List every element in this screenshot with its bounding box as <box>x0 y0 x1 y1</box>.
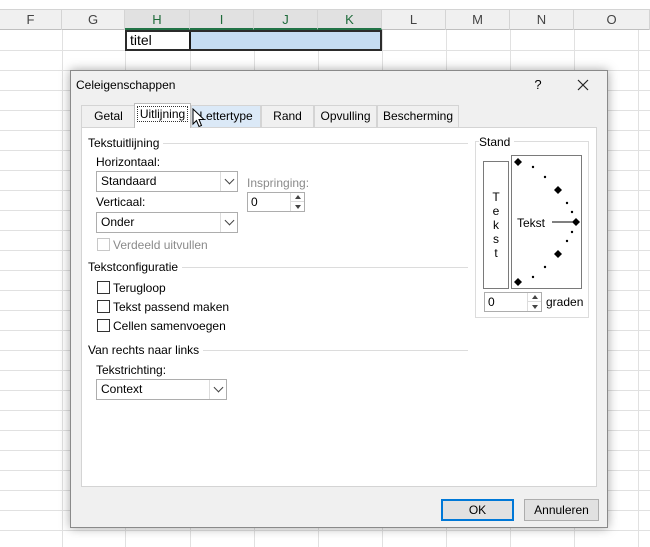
spin-down-icon[interactable] <box>291 202 304 211</box>
tab-bescherming[interactable]: Bescherming <box>377 105 459 127</box>
dial-dot <box>531 275 535 279</box>
dial-dot <box>543 175 547 179</box>
format-cells-dialog: Celeigenschappen ? Getal Uitlijning Lett… <box>70 70 608 528</box>
shrink-to-fit-label: Tekst passend maken <box>113 300 230 314</box>
text-direction-dropdown[interactable]: Context <box>96 379 227 400</box>
distributed-label: Verdeeld uitvullen <box>113 238 208 252</box>
merge-cells-label: Cellen samenvoegen <box>113 319 226 333</box>
active-cell-h1[interactable]: titel <box>125 30 191 51</box>
column-header-row: F G H I J K L M N O <box>0 9 650 30</box>
column-header-n[interactable]: N <box>510 10 574 30</box>
chevron-down-icon[interactable] <box>220 213 237 232</box>
close-button[interactable] <box>567 72 599 98</box>
vertical-text-letter: T <box>492 190 500 204</box>
tab-label: Opvulling <box>320 109 371 123</box>
grid-line <box>0 50 650 51</box>
degrees-value: 0 <box>488 295 495 309</box>
dial-dot <box>543 265 547 269</box>
orientation-group-title: Stand <box>479 135 515 149</box>
column-header-h[interactable]: H <box>125 10 190 30</box>
column-header-o[interactable]: O <box>574 10 650 30</box>
vertical-text-letter: e <box>492 204 500 218</box>
horizontal-value: Standaard <box>101 174 157 188</box>
spin-down-icon[interactable] <box>528 302 541 311</box>
chevron-down-icon[interactable] <box>209 380 226 399</box>
tab-rand[interactable]: Rand <box>261 105 314 127</box>
orientation-dial[interactable]: Tekst <box>511 155 582 289</box>
dial-mark-90 <box>514 158 522 166</box>
column-header-i[interactable]: I <box>190 10 254 30</box>
tab-label: Rand <box>273 109 302 123</box>
column-header-g[interactable]: G <box>62 10 125 30</box>
horizontal-dropdown[interactable]: Standaard <box>96 171 238 192</box>
column-header-f[interactable]: F <box>0 10 62 30</box>
tab-uitlijning[interactable]: Uitlijning <box>134 103 191 128</box>
dial-mark-45 <box>554 186 562 194</box>
vertical-text-letter: t <box>494 246 498 260</box>
wrap-text-checkbox[interactable] <box>97 281 110 294</box>
chevron-down-icon[interactable] <box>220 172 237 191</box>
tab-label: Bescherming <box>382 109 454 123</box>
dial-dot <box>531 165 535 169</box>
ok-button[interactable]: OK <box>441 499 514 521</box>
tab-label: Getal <box>94 109 123 123</box>
dial-mark-0 <box>572 218 580 226</box>
indent-spinner[interactable]: 0 <box>247 192 305 212</box>
grid-line <box>0 530 650 531</box>
vertical-value: Onder <box>101 215 135 229</box>
dial-mark-minus90 <box>514 278 522 286</box>
distributed-checkbox[interactable] <box>97 238 110 251</box>
text-control-group-title: Tekstconfiguratie <box>88 260 183 274</box>
dial-dot <box>570 210 574 214</box>
vertical-label: Verticaal: <box>96 195 146 209</box>
horizontal-label: Horizontaal: <box>96 155 161 169</box>
tab-getal[interactable]: Getal <box>81 105 136 127</box>
dial-dot <box>565 239 569 243</box>
selected-range[interactable] <box>190 31 381 50</box>
mouse-pointer-icon <box>192 108 206 128</box>
column-header-k[interactable]: K <box>318 10 382 30</box>
vertical-text-button[interactable]: T e k s t <box>483 161 509 289</box>
vertical-dropdown[interactable]: Onder <box>96 212 238 233</box>
dial-dot <box>565 201 569 205</box>
dialog-title: Celeigenschappen <box>76 78 176 92</box>
degrees-spinner[interactable]: 0 <box>484 292 542 312</box>
text-alignment-group-title: Tekstuitlijning <box>88 136 164 150</box>
text-direction-value: Context <box>101 382 143 396</box>
vertical-text-letter: k <box>493 218 499 232</box>
text-direction-label: Tekstrichting: <box>96 363 167 377</box>
column-header-l[interactable]: L <box>382 10 446 30</box>
cancel-button[interactable]: Annuleren <box>524 499 599 521</box>
dial-dot <box>570 230 574 234</box>
rtl-group-title: Van rechts naar links <box>88 343 204 357</box>
wrap-text-label: Terugloop <box>113 281 166 295</box>
tab-opvulling[interactable]: Opvulling <box>314 105 377 127</box>
tab-label: Uitlijning <box>136 106 189 122</box>
spinner-buttons <box>290 193 304 211</box>
indent-label: Inspringing: <box>247 176 310 190</box>
merge-cells-checkbox[interactable] <box>97 319 110 332</box>
column-header-j[interactable]: J <box>254 10 318 30</box>
spinner-buttons <box>527 293 541 311</box>
close-icon <box>577 79 589 91</box>
dial-text-label: Tekst <box>517 216 546 230</box>
spin-up-icon[interactable] <box>291 193 304 202</box>
dial-mark-minus45 <box>554 250 562 258</box>
column-header-m[interactable]: M <box>446 10 510 30</box>
shrink-to-fit-checkbox[interactable] <box>97 300 110 313</box>
indent-value: 0 <box>251 195 258 209</box>
spin-up-icon[interactable] <box>528 293 541 302</box>
tab-label: Lettertype <box>199 109 253 123</box>
vertical-text-letter: s <box>493 232 499 246</box>
help-button[interactable]: ? <box>523 72 553 98</box>
degrees-label: graden <box>546 295 584 309</box>
